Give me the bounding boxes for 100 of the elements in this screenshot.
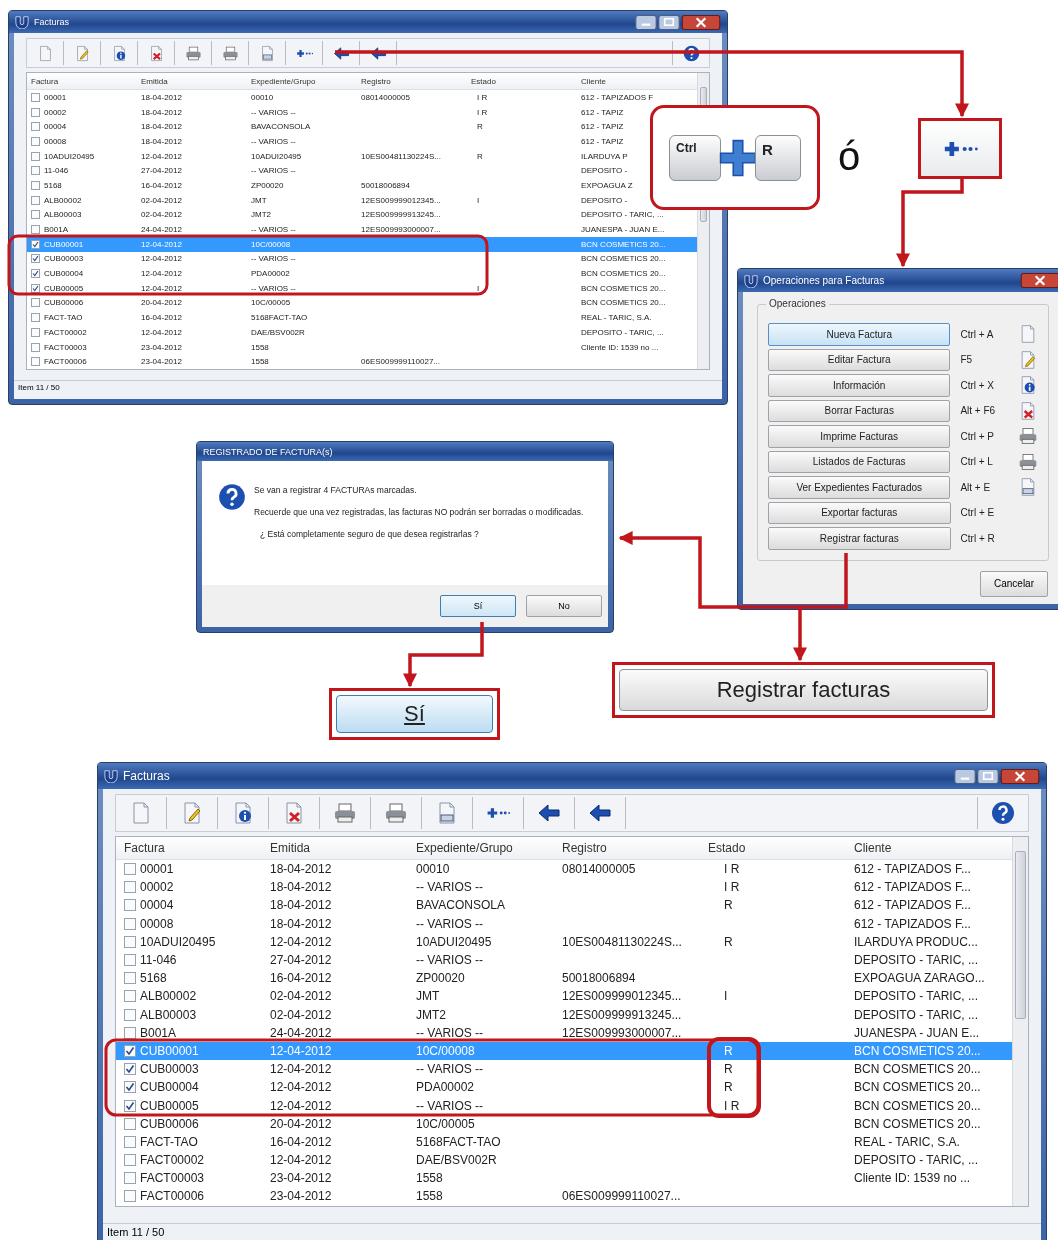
table-cell: -- VARIOS -- [251,166,296,176]
table-cell: 10ES00481130224S... [562,934,682,949]
table-cell: 10ES00481130224S... [361,151,441,161]
table-cell: BCN COSMETICS 20... [581,283,666,293]
table-cell: 12ES009999012345... [562,989,682,1004]
table-cell: DEPOSITO - TARIC, ... [854,1153,979,1168]
table-cell: R [724,1080,733,1095]
table-cell: BAVACONSOLA [251,122,311,132]
table-cell: 18-04-2012 [270,916,332,931]
table-cell: DEPOSITO - [581,166,628,176]
table-cell: 00004 [140,898,174,913]
table-cell: 00008 [44,136,67,146]
table-cell: 12-04-2012 [270,934,332,949]
table-cell: CUB00005 [44,283,84,293]
table-cell: DEPOSITO - TARIC, ... [854,953,979,968]
table-cell: I R [724,862,740,877]
table-cell: CUB00004 [140,1080,199,1095]
table-cell: FACT-TAO [44,313,83,323]
table-cell: 02-04-2012 [141,210,182,220]
table-cell: JMT2 [251,210,271,220]
table-cell: JUANESPA - JUAN E... [581,225,665,235]
table-cell: 12-04-2012 [141,327,182,337]
table-cell: 12-04-2012 [141,269,182,279]
table-cell: 612 - TAPIZ [581,107,624,117]
table-cell: 50018006894 [361,180,410,190]
table-cell: JUANESPA - JUAN E... [854,1025,980,1040]
table-cell: FACT00002 [44,327,87,337]
table-cell: -- VARIOS -- [251,225,296,235]
table-cell: EXPOAGUA ZARAGO... [854,971,985,986]
dialog-title: REGISTRADO DE FACTURA(s) [203,446,334,457]
table-cell: -- VARIOS -- [416,916,484,931]
table-cell: 20-04-2012 [141,298,182,308]
table-cell: -- VARIOS -- [251,254,296,264]
shortcut-label: Ctrl + R [960,532,996,544]
table-cell: CUB00001 [44,239,84,249]
table-cell: CUB00006 [44,298,84,308]
dialog-title: Operaciones para Facturas [763,275,886,286]
message-text: Se van a registrar 4 FACTURAs marcadas. [254,485,418,495]
table-cell: 5168FACT-TAO [416,1134,501,1149]
shortcut-label: Ctrl + X [960,379,996,391]
table-cell: -- VARIOS -- [416,1025,484,1040]
keyboard-key: R [755,134,801,181]
table-cell: 1558 [251,357,269,367]
table-cell: ALB00002 [44,195,82,205]
window-title: Facturas [123,769,171,783]
table-cell: 12-04-2012 [270,1043,332,1058]
table-cell: 11-046 [44,166,69,176]
table-cell: 00002 [140,880,174,895]
table-cell: FACT00006 [140,1189,205,1204]
table-cell: I R [724,1098,740,1113]
shortcut-label: Ctrl + P [960,430,996,442]
table-cell: CUB00003 [44,254,84,264]
table-cell: 00008 [140,916,174,931]
table-cell: 18-04-2012 [141,122,182,132]
table-cell: 10ADUI20495 [251,151,302,161]
table-cell: REAL - TARIC, S.A. [581,313,652,323]
shortcut-label: Ctrl + E [960,507,996,519]
table-cell: R [477,122,483,132]
table-cell: -- VARIOS -- [251,136,296,146]
table-cell: Cliente ID: 1539 no ... [854,1171,971,1186]
table-cell: 18-04-2012 [141,136,182,146]
table-cell: R [477,151,483,161]
table-cell: 08014000005 [361,92,410,102]
table-cell: 18-04-2012 [270,898,332,913]
table-cell: ZP00020 [251,180,284,190]
table-cell: 12ES009999012345... [361,195,441,205]
table-cell: I [477,195,480,205]
table-cell: 5168 [44,180,62,190]
table-cell: 10C/00005 [416,1116,475,1131]
table-cell: 10ADUI20495 [44,151,95,161]
table-cell: CUB00006 [140,1116,199,1131]
table-cell: BCN COSMETICS 20... [581,239,666,249]
table-cell: 27-04-2012 [270,953,332,968]
table-cell: 00010 [251,92,274,102]
table-cell: BAVACONSOLA [416,898,505,913]
shortcut-label: Alt + F6 [960,405,997,417]
table-cell: 612 - TAPIZ [581,122,624,132]
table-cell: I R [477,107,488,117]
table-cell: 18-04-2012 [270,862,332,877]
table-cell: -- VARIOS -- [416,953,484,968]
table-cell: FACT00006 [44,357,87,367]
table-cell: 12-04-2012 [141,254,182,264]
table-cell: 612 - TAPIZADOS F... [854,898,971,913]
table-cell: R [724,898,733,913]
table-cell: 00002 [44,107,67,117]
table-cell: PDA00002 [251,269,290,279]
table-cell: 08014000005 [562,862,636,877]
table-cell: I R [724,880,740,895]
table-cell: 12-04-2012 [141,283,182,293]
table-cell: 612 - TAPIZADOS F... [854,862,971,877]
table-cell: CUB00005 [140,1098,199,1113]
table-cell: FACT00003 [44,342,87,352]
table-cell: 612 - TAPIZADOS F [581,92,654,102]
table-cell: 1558 [416,1189,443,1204]
table-cell: BCN COSMETICS 20... [854,1062,981,1077]
table-cell: Cliente ID: 1539 no ... [581,342,659,352]
message-text: Recuerde que una vez registradas, las facturas NO podrán ser borradas o modificadas. [254,507,584,517]
shortcut-label: F5 [960,354,974,366]
table-cell: CUB00001 [140,1043,199,1058]
table-cell: 12-04-2012 [270,1062,332,1077]
